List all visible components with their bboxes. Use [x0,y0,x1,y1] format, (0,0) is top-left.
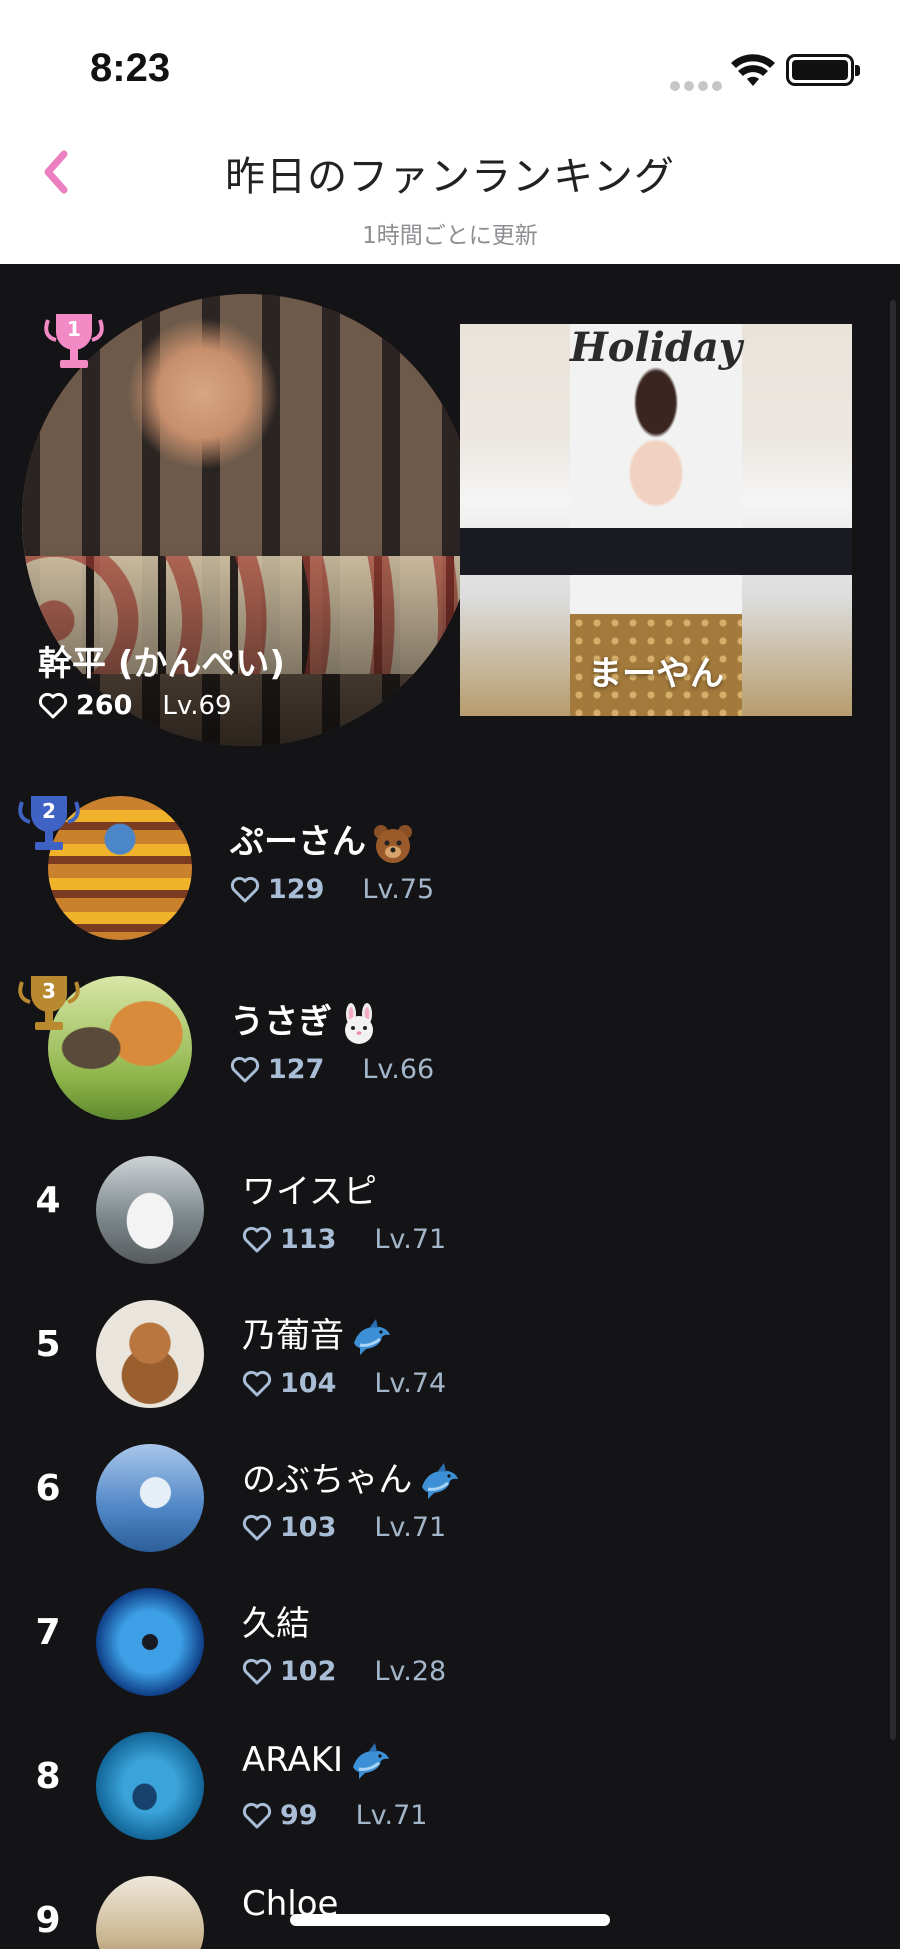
header: 8:23 昨日のファンランキング 1時間ごとに更新 [0,0,900,264]
user-stats: 99 Lv.71 [242,1800,427,1831]
hearts-count: 104 [280,1368,337,1399]
rank-number: 7 [35,1612,61,1653]
trophy-icon: 3 [18,976,80,1030]
avatar[interactable] [96,1300,204,1408]
hearts-count: 102 [280,1656,337,1687]
heart-icon [38,692,68,718]
user-name: ぷーさん [230,814,414,865]
page-subtitle: 1時間ごとに更新 [362,223,538,249]
rank-number: 3 [42,979,56,1003]
ranking-row[interactable]: 4 ワイスピ 113 Lv.71 [0,1140,900,1270]
rank-number: 4 [35,1180,61,1221]
user-name: ワイスピ [242,1172,377,1212]
rank-number: 5 [35,1324,61,1365]
level-label: Lv.75 [362,874,435,905]
rank-number: 6 [35,1468,61,1509]
heart-icon [242,1370,272,1396]
level-label: Lv.71 [355,1800,428,1831]
ranking-row[interactable]: 7 久結 102 Lv.28 [0,1572,900,1702]
ranking-row[interactable]: 8 ARAKI 99 Lv.71 [0,1716,900,1846]
avatar[interactable] [96,1156,204,1264]
home-indicator[interactable] [290,1914,610,1926]
heart-icon [242,1514,272,1540]
user-name: うさぎ [230,994,380,1045]
first-place-name: 幹平 (かんぺい) [38,644,285,684]
hearts-count: 103 [280,1512,337,1543]
dolphin-icon [354,1318,390,1355]
user-name: のぶちゃん [242,1452,460,1503]
user-stats: 127 Lv.66 [230,1054,434,1085]
hearts-count: 113 [280,1224,337,1255]
user-stats: 103 Lv.71 [242,1512,446,1543]
battery-icon [786,54,860,86]
heart-icon [242,1802,272,1828]
avatar[interactable] [96,1876,204,1949]
ranking-row[interactable]: 5 乃葡音 104 Lv.74 [0,1284,900,1414]
level-label: Lv.71 [374,1512,447,1543]
hearts-count: 127 [268,1054,325,1085]
user-stats: 104 Lv.74 [242,1368,446,1399]
level-label: Lv.74 [374,1368,447,1399]
heart-icon [242,1658,272,1684]
level-label: Lv.69 [162,690,232,721]
rank-1-label: 1 [67,317,81,341]
ranking-row[interactable]: 9 Chloe [0,1860,900,1949]
level-label: Lv.71 [374,1224,447,1255]
hearts-count: 99 [280,1800,318,1831]
avatar[interactable] [96,1732,204,1840]
heart-icon [230,876,260,902]
status-time: 8:23 [90,46,171,90]
hearts-count: 129 [268,874,325,905]
heart-icon [242,1226,272,1252]
first-place-stats: 260 Lv.69 [38,690,232,721]
user-name: 久結 [242,1604,310,1644]
featured-name: まーやん [588,654,724,694]
user-stats: 102 Lv.28 [242,1656,446,1687]
trophy-gold-icon: 1 [44,314,104,368]
user-name: 乃葡音 [242,1308,392,1359]
ranking-row[interactable]: 2 ぷーさん 129 Lv.75 [0,790,900,940]
cellular-signal-icon [670,76,726,95]
heart-icon [230,1056,260,1082]
dolphin-icon [353,1742,390,1779]
holiday-sign: Holiday [570,324,742,371]
rank-number: 8 [35,1756,61,1797]
ranking-row[interactable]: 3 うさぎ 127 Lv.66 [0,970,900,1120]
trophy-icon: 2 [18,796,80,850]
level-label: Lv.66 [362,1054,435,1085]
user-stats: 129 Lv.75 [230,874,434,905]
bear-icon [374,824,412,863]
user-name: ARAKI [242,1740,391,1783]
ranking-row[interactable]: 6 のぶちゃん 103 Lv.71 [0,1428,900,1558]
wifi-icon [731,54,775,86]
rank-number: 9 [35,1900,61,1941]
hearts-count: 260 [76,690,133,721]
avatar[interactable] [96,1444,204,1552]
rank-number: 2 [42,799,56,823]
page-title: 昨日のファンランキング [225,154,675,200]
dolphin-icon [422,1462,459,1499]
avatar[interactable] [96,1588,204,1696]
rabbit-icon [345,1002,373,1044]
user-stats: 113 Lv.71 [242,1224,446,1255]
level-label: Lv.28 [374,1656,447,1687]
